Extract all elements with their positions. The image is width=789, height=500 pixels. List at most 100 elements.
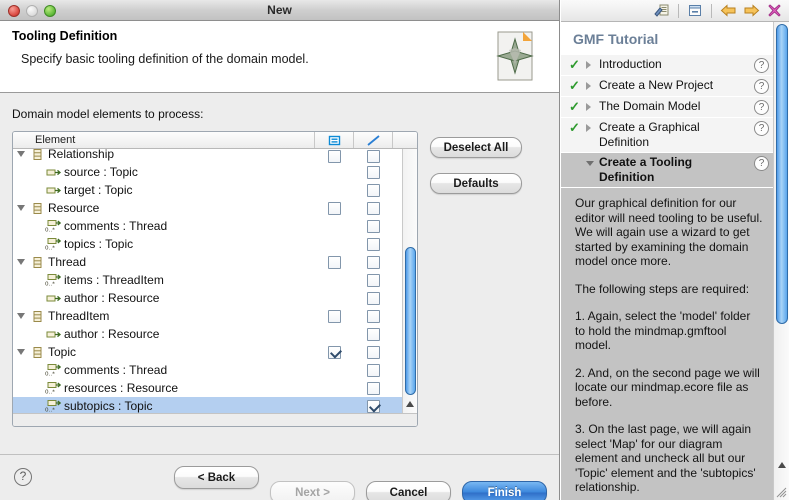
link-checkbox-cell[interactable] — [354, 345, 393, 359]
tree-rows[interactable]: Relationship source : Topic target : Topic… — [13, 149, 417, 414]
tree-vertical-scrollbar[interactable] — [402, 149, 417, 426]
tree-scroll-up-arrow[interactable] — [403, 396, 417, 411]
row-label-cell[interactable]: 0..* comments : Thread — [13, 218, 315, 234]
deselect-all-button[interactable]: Deselect All — [430, 137, 522, 158]
table-row[interactable]: target : Topic — [13, 181, 417, 199]
tree-column-node[interactable] — [315, 132, 354, 148]
node-checkbox-cell[interactable] — [315, 201, 354, 215]
tree-column-element[interactable]: Element — [13, 132, 315, 148]
link-checkbox[interactable] — [367, 150, 380, 163]
section-toggle-arrow[interactable] — [586, 120, 599, 136]
link-checkbox[interactable] — [367, 381, 380, 395]
cheat-sheet-section[interactable]: ✓ Create a Graphical Definition? — [561, 118, 773, 153]
link-checkbox[interactable] — [367, 399, 380, 413]
row-label-cell[interactable]: author : Resource — [13, 290, 315, 306]
link-checkbox[interactable] — [367, 327, 380, 341]
link-checkbox-cell[interactable] — [354, 273, 393, 287]
link-checkbox[interactable] — [367, 237, 380, 251]
link-checkbox[interactable] — [367, 309, 380, 323]
link-checkbox[interactable] — [367, 273, 380, 287]
row-label-cell[interactable]: 0..* resources : Resource — [13, 380, 315, 396]
link-checkbox-cell[interactable] — [354, 363, 393, 377]
section-help-icon[interactable]: ? — [754, 58, 769, 73]
section-help-icon[interactable]: ? — [754, 100, 769, 115]
link-checkbox-cell[interactable] — [354, 309, 393, 323]
expand-twisty[interactable] — [13, 199, 29, 217]
expand-twisty[interactable] — [13, 307, 29, 325]
section-toggle-arrow[interactable] — [586, 57, 599, 73]
table-row[interactable]: author : Resource — [13, 289, 417, 307]
link-checkbox[interactable] — [367, 219, 380, 233]
table-row[interactable]: ThreadItem — [13, 307, 417, 325]
link-checkbox-cell[interactable] — [354, 201, 393, 215]
defaults-button[interactable]: Defaults — [430, 173, 522, 194]
finish-button[interactable]: Finish — [462, 481, 547, 500]
forward-arrow-icon[interactable] — [742, 2, 760, 19]
row-label-cell[interactable]: Thread — [13, 253, 315, 271]
link-checkbox[interactable] — [367, 255, 380, 269]
row-label-cell[interactable]: 0..* comments : Thread — [13, 362, 315, 378]
tree-scrollbar-thumb[interactable] — [405, 247, 416, 395]
table-row[interactable]: 0..* comments : Thread — [13, 217, 417, 235]
section-help-icon[interactable]: ? — [754, 121, 769, 136]
cheat-sheet-scroll-up-arrow[interactable] — [775, 458, 789, 472]
node-checkbox[interactable] — [328, 150, 341, 163]
node-checkbox[interactable] — [328, 201, 341, 215]
row-label-cell[interactable]: ThreadItem — [13, 307, 315, 325]
table-row[interactable]: 0..* subtopics : Topic — [13, 397, 417, 414]
table-row[interactable]: author : Resource — [13, 325, 417, 343]
link-checkbox-cell[interactable] — [354, 399, 393, 413]
link-checkbox-cell[interactable] — [354, 237, 393, 251]
table-row[interactable]: 0..* topics : Topic — [13, 235, 417, 253]
collapse-panel-icon[interactable] — [686, 2, 704, 19]
row-label-cell[interactable]: Resource — [13, 199, 315, 217]
expand-twisty[interactable] — [13, 149, 29, 163]
section-toggle-arrow[interactable] — [586, 155, 599, 171]
expand-twisty[interactable] — [13, 343, 29, 361]
section-toggle-arrow[interactable] — [586, 78, 599, 94]
row-label-cell[interactable]: source : Topic — [13, 164, 315, 180]
link-checkbox[interactable] — [367, 201, 380, 215]
link-checkbox[interactable] — [367, 183, 380, 197]
node-checkbox-cell[interactable] — [315, 255, 354, 269]
cheat-sheet-scrollbar[interactable] — [773, 22, 789, 500]
link-checkbox[interactable] — [367, 165, 380, 179]
row-label-cell[interactable]: Topic — [13, 343, 315, 361]
cheat-sheet-section[interactable]: Create a Tooling Definition? — [561, 153, 773, 188]
expand-twisty[interactable] — [13, 253, 29, 271]
cheat-sheet-section[interactable]: ✓ The Domain Model? — [561, 97, 773, 118]
resize-grip-icon[interactable] — [775, 486, 788, 499]
table-row[interactable]: source : Topic — [13, 163, 417, 181]
link-checkbox-cell[interactable] — [354, 255, 393, 269]
table-row[interactable]: 0..* items : ThreadItem — [13, 271, 417, 289]
row-label-cell[interactable]: 0..* subtopics : Topic — [13, 398, 315, 414]
row-label-cell[interactable]: 0..* topics : Topic — [13, 236, 315, 252]
node-checkbox-cell[interactable] — [315, 150, 354, 163]
back-button[interactable]: < Back — [174, 466, 259, 489]
table-row[interactable]: Relationship — [13, 149, 417, 163]
node-checkbox[interactable] — [328, 255, 341, 269]
table-row[interactable]: Resource — [13, 199, 417, 217]
link-checkbox-cell[interactable] — [354, 183, 393, 197]
link-checkbox-cell[interactable] — [354, 150, 393, 163]
link-checkbox[interactable] — [367, 345, 380, 359]
close-icon[interactable] — [765, 2, 783, 19]
row-label-cell[interactable]: target : Topic — [13, 182, 315, 198]
row-label-cell[interactable]: Relationship — [13, 149, 315, 163]
table-row[interactable]: 0..* comments : Thread — [13, 361, 417, 379]
link-checkbox-cell[interactable] — [354, 381, 393, 395]
table-row[interactable]: Thread — [13, 253, 417, 271]
node-checkbox[interactable] — [328, 345, 341, 359]
cheat-sheet-scrollbar-thumb[interactable] — [776, 24, 788, 324]
table-row[interactable]: 0..* resources : Resource — [13, 379, 417, 397]
link-checkbox-cell[interactable] — [354, 165, 393, 179]
cheat-sheet-section[interactable]: ✓ Introduction? — [561, 55, 773, 76]
link-checkbox[interactable] — [367, 363, 380, 377]
help-button[interactable]: ? — [14, 468, 32, 486]
link-checkbox-cell[interactable] — [354, 219, 393, 233]
section-help-icon[interactable]: ? — [754, 156, 769, 171]
link-checkbox-cell[interactable] — [354, 291, 393, 305]
node-checkbox-cell[interactable] — [315, 309, 354, 323]
node-checkbox[interactable] — [328, 309, 341, 323]
notes-icon[interactable] — [653, 2, 671, 19]
